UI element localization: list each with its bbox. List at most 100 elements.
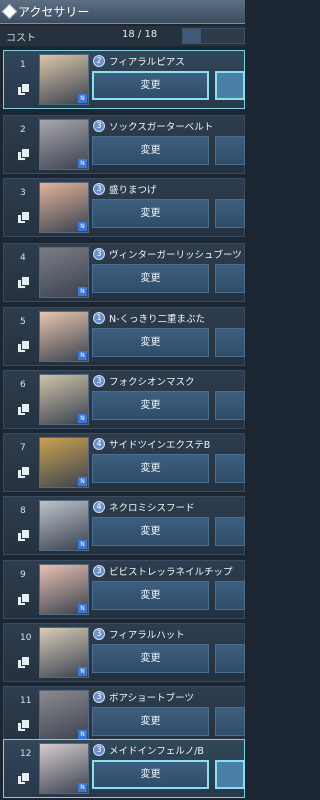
new-tag-icon: N [78, 540, 87, 549]
change-button[interactable]: 変更 [92, 517, 209, 546]
rank-badge: 3 [93, 375, 105, 387]
change-button[interactable]: 変更 [92, 71, 209, 100]
accessory-slot[interactable]: 11 N 3 ボアショートブーツ 変更 [3, 686, 245, 745]
copy-icon[interactable] [17, 148, 30, 161]
accessory-slot[interactable]: 5 N 1 N-くっきり二重まぶた 変更 [3, 307, 245, 366]
accessory-name: フィアラルハット [109, 630, 185, 641]
new-tag-icon: N [78, 477, 87, 486]
slot-side-button[interactable] [215, 328, 245, 357]
rank-badge: 3 [93, 120, 105, 132]
accessory-name: メイドインフェルノ/B [109, 746, 204, 757]
change-button[interactable]: 変更 [92, 328, 209, 357]
copy-icon[interactable] [17, 466, 30, 479]
cost-row: コスト 18 / 18 [0, 26, 245, 46]
slot-side-button[interactable] [215, 136, 245, 165]
rank-badge: 3 [93, 565, 105, 577]
accessory-slot[interactable]: 1 N 2 フィアラルピアス 変更 [3, 50, 245, 109]
slot-side-button[interactable] [215, 71, 245, 100]
accessory-slot[interactable]: 4 N 3 ヴィンターガーリッシュブーツ変更 [3, 243, 245, 302]
accessory-slot[interactable]: 2 N 3 ソックスガーターベルト 変更 [3, 115, 245, 174]
new-tag-icon: N [78, 730, 87, 739]
accessory-name: ボアショートブーツ [109, 693, 194, 704]
change-button[interactable]: 変更 [92, 581, 209, 610]
slot-side-button[interactable] [215, 581, 245, 610]
rank-badge: 4 [93, 501, 105, 513]
accessory-name: ネクロミシスフード [109, 503, 195, 514]
copy-icon[interactable] [17, 656, 30, 669]
accessory-name: フィアラルピアス [109, 57, 185, 68]
new-tag-icon: N [78, 351, 87, 360]
slot-side-button[interactable] [215, 644, 245, 673]
accessory-name: 盛りまつげ [109, 185, 157, 196]
slot-number: 4 [20, 253, 26, 263]
header-diamond-icon [1, 3, 18, 20]
rank-badge: 4 [93, 438, 105, 450]
accessory-name: ヴィンターガーリッシュブーツ [109, 250, 242, 261]
accessory-thumbnail: N [39, 247, 89, 298]
slot-number: 9 [20, 570, 26, 580]
copy-icon[interactable] [17, 403, 30, 416]
change-button[interactable]: 変更 [92, 454, 209, 483]
copy-icon[interactable] [17, 593, 30, 606]
copy-icon[interactable] [17, 340, 30, 353]
new-tag-icon: N [78, 287, 87, 296]
slot-number: 1 [20, 60, 26, 70]
accessory-thumbnail: N [39, 743, 89, 794]
new-tag-icon: N [78, 159, 87, 168]
rank-badge: 3 [93, 183, 105, 195]
slot-side-button[interactable] [215, 391, 245, 420]
new-tag-icon: N [78, 94, 87, 103]
slot-side-button[interactable] [215, 199, 245, 228]
change-button[interactable]: 変更 [92, 644, 209, 673]
cost-label: コスト [6, 33, 36, 44]
slot-number: 7 [20, 443, 26, 453]
new-tag-icon: N [78, 667, 87, 676]
cost-gauge-fill [183, 29, 202, 43]
copy-icon[interactable] [17, 83, 30, 96]
change-button[interactable]: 変更 [92, 136, 209, 165]
slot-side-button[interactable] [215, 517, 245, 546]
slot-side-button[interactable] [215, 264, 245, 293]
slot-side-button[interactable] [215, 707, 245, 736]
rank-badge: 3 [93, 628, 105, 640]
accessory-thumbnail: N [39, 437, 89, 488]
accessory-thumbnail: N [39, 564, 89, 615]
copy-icon[interactable] [17, 276, 30, 289]
cost-value: 18 / 18 [122, 29, 158, 40]
rank-badge: 3 [93, 248, 105, 260]
accessory-slot[interactable]: 8 N 4 ネクロミシスフード 変更 [3, 496, 245, 555]
accessory-thumbnail: N [39, 182, 89, 233]
accessory-name: N-くっきり二重まぶた [109, 314, 206, 325]
accessory-thumbnail: N [39, 627, 89, 678]
accessory-slot[interactable]: 10 N 3 フィアラルハット 変更 [3, 623, 245, 682]
accessory-slot[interactable]: 6 N 3 フォクシオンマスク 変更 [3, 370, 245, 429]
copy-icon[interactable] [17, 772, 30, 785]
copy-icon[interactable] [17, 211, 30, 224]
new-tag-icon: N [78, 783, 87, 792]
accessory-name: フォクシオンマスク [109, 377, 195, 388]
slot-number: 3 [20, 188, 26, 198]
slot-side-button[interactable] [215, 454, 245, 483]
change-button[interactable]: 変更 [92, 391, 209, 420]
change-button[interactable]: 変更 [92, 264, 209, 293]
slot-side-button[interactable] [215, 760, 245, 789]
accessory-slot[interactable]: 9 N 3 ビビストレッラネイルチップ変更 [3, 560, 245, 619]
accessory-slot[interactable]: 12 N 3 メイドインフェルノ/B 変更 [3, 739, 245, 798]
accessory-slot[interactable]: 7 N 4 サイドツインエクステB 変更 [3, 433, 245, 492]
accessory-slot[interactable]: 3 N 3 盛りまつげ 変更 [3, 178, 245, 237]
accessory-name: サイドツインエクステB [109, 440, 211, 451]
change-button[interactable]: 変更 [92, 199, 209, 228]
copy-icon[interactable] [17, 529, 30, 542]
slot-number: 2 [20, 125, 26, 135]
slot-number: 12 [20, 749, 32, 759]
accessory-name: ビビストレッラネイルチップ [109, 567, 233, 578]
accessory-thumbnail: N [39, 374, 89, 425]
change-button[interactable]: 変更 [92, 760, 209, 789]
new-tag-icon: N [78, 604, 87, 613]
rank-badge: 3 [93, 744, 105, 756]
change-button[interactable]: 変更 [92, 707, 209, 736]
slot-number: 5 [20, 317, 26, 327]
window-header: アクセサリー [0, 0, 245, 24]
copy-icon[interactable] [17, 719, 30, 732]
new-tag-icon: N [78, 414, 87, 423]
